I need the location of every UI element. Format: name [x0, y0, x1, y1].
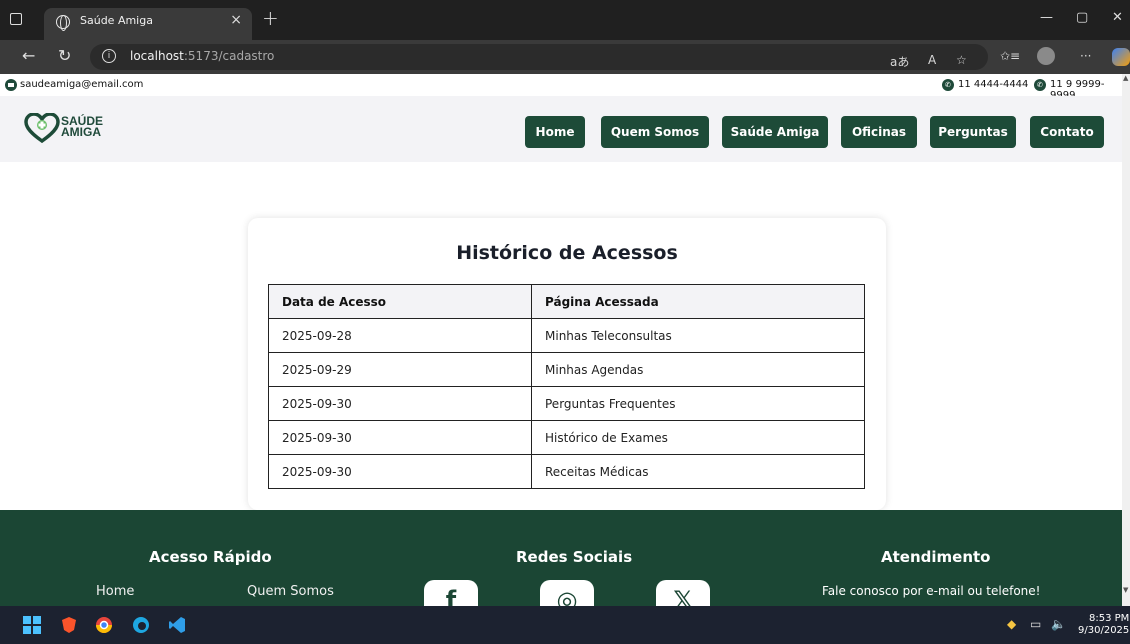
- table-row: 2025-09-30 Histórico de Exames: [268, 420, 865, 455]
- logo-text[interactable]: SAÚDE AMIGA: [61, 115, 103, 139]
- nav-saude-amiga-button[interactable]: Saúde Amiga: [722, 116, 828, 148]
- clock-time: 8:53 PM: [1088, 613, 1130, 624]
- nav-contato-button[interactable]: Contato: [1030, 116, 1104, 148]
- browser-address-bar: ← ↻ i localhost:5173/cadastro aあ A ☆ ✩≡ …: [0, 40, 1130, 74]
- windows-taskbar: ◆ ▭ 🔈 8:53 PM 9/30/2025: [0, 606, 1130, 644]
- cell-date: 2025-09-30: [268, 420, 532, 455]
- copilot-icon[interactable]: [1112, 48, 1130, 66]
- scroll-up-icon[interactable]: ▲: [1123, 74, 1128, 82]
- nav-oficinas-button[interactable]: Oficinas: [841, 116, 917, 148]
- footer-social-title: Redes Sociais: [516, 548, 633, 566]
- whatsapp-icon: ✆: [1034, 79, 1046, 91]
- cell-date: 2025-09-29: [268, 352, 532, 387]
- favorite-star-icon[interactable]: ☆: [956, 53, 967, 67]
- chrome-icon[interactable]: [95, 616, 113, 634]
- nav-quem-somos-button[interactable]: Quem Somos: [601, 116, 709, 148]
- translate-icon[interactable]: aあ: [890, 53, 909, 70]
- browser-tab[interactable]: Saúde Amiga ×: [44, 8, 252, 40]
- site-footer: Acesso Rápido Home Quem Somos Redes Soci…: [0, 510, 1122, 606]
- browser-tab-bar: Saúde Amiga × + — ▢ ✕: [0, 0, 1130, 40]
- vscode-icon[interactable]: [168, 616, 186, 634]
- favorites-icon[interactable]: ✩≡: [1000, 49, 1020, 63]
- contact-strip: saudeamiga@email.com ✆ 11 4444-4444 ✆ 11…: [0, 74, 1122, 101]
- url-path: :5173/cadastro: [183, 49, 275, 63]
- cell-page: Perguntas Frequentes: [531, 386, 865, 421]
- x-icon[interactable]: 𝕏: [656, 580, 710, 606]
- table-row: 2025-09-29 Minhas Agendas: [268, 352, 865, 387]
- url-field[interactable]: i localhost:5173/cadastro aあ A ☆: [90, 44, 988, 70]
- logo-line-2: AMIGA: [61, 125, 101, 139]
- nav-home-button[interactable]: Home: [525, 116, 585, 148]
- table-row: 2025-09-30 Perguntas Frequentes: [268, 386, 865, 421]
- profile-avatar-icon[interactable]: [1037, 47, 1055, 65]
- history-title: Histórico de Acessos: [456, 242, 678, 264]
- cell-date: 2025-09-30: [268, 454, 532, 489]
- contact-phone[interactable]: 11 4444-4444: [958, 79, 1028, 90]
- footer-link-quem-somos[interactable]: Quem Somos: [247, 584, 334, 599]
- tab-close-button[interactable]: ×: [230, 12, 242, 28]
- info-icon[interactable]: i: [102, 49, 116, 63]
- cell-page: Minhas Agendas: [531, 352, 865, 387]
- edge-icon[interactable]: [132, 616, 150, 634]
- brave-browser-icon[interactable]: [60, 616, 78, 634]
- cell-date: 2025-09-28: [268, 318, 532, 353]
- maximize-button[interactable]: ▢: [1076, 10, 1088, 25]
- footer-support-text: Fale conosco por e-mail ou telefone!: [822, 584, 1041, 598]
- url-text: localhost:5173/cadastro: [130, 49, 274, 63]
- globe-icon: [56, 15, 70, 31]
- system-clock[interactable]: 8:53 PM 9/30/2025: [1078, 613, 1129, 637]
- history-card: Histórico de Acessos Data de Acesso Pági…: [248, 218, 886, 510]
- refresh-button[interactable]: ↻: [58, 46, 71, 65]
- volume-tray-icon[interactable]: 🔈: [1051, 617, 1066, 631]
- history-table: Data de Acesso Página Acessada 2025-09-2…: [268, 284, 865, 489]
- nav-perguntas-button[interactable]: Perguntas: [930, 116, 1016, 148]
- table-row: 2025-09-30 Receitas Médicas: [268, 454, 865, 489]
- minimize-button[interactable]: —: [1040, 10, 1053, 25]
- footer-support-title: Atendimento: [881, 548, 991, 566]
- page-scrollbar[interactable]: ▲ ▼: [1122, 74, 1130, 606]
- window-menu-icon[interactable]: [10, 13, 22, 25]
- facebook-icon[interactable]: f: [424, 580, 478, 606]
- clock-date: 9/30/2025: [1078, 625, 1130, 636]
- page-viewport: saudeamiga@email.com ✆ 11 4444-4444 ✆ 11…: [0, 74, 1130, 606]
- footer-quick-access-title: Acesso Rápido: [149, 548, 272, 566]
- close-window-button[interactable]: ✕: [1112, 10, 1123, 25]
- url-host: localhost: [130, 49, 184, 63]
- email-icon: [5, 79, 17, 91]
- cell-page: Minhas Teleconsultas: [531, 318, 865, 353]
- site-header: SAÚDE AMIGA Home Quem Somos Saúde Amiga …: [0, 96, 1122, 162]
- read-aloud-icon[interactable]: A: [928, 53, 936, 67]
- column-header-page: Página Acessada: [531, 284, 865, 319]
- security-tray-icon[interactable]: ◆: [1007, 617, 1016, 631]
- display-tray-icon[interactable]: ▭: [1030, 617, 1041, 631]
- table-row: 2025-09-28 Minhas Teleconsultas: [268, 318, 865, 353]
- cell-page: Receitas Médicas: [531, 454, 865, 489]
- column-header-date: Data de Acesso: [268, 284, 532, 319]
- footer-link-home[interactable]: Home: [96, 584, 134, 599]
- back-button[interactable]: ←: [22, 46, 35, 65]
- instagram-icon[interactable]: ◎: [540, 580, 594, 606]
- cell-page: Histórico de Exames: [531, 420, 865, 455]
- contact-email[interactable]: saudeamiga@email.com: [20, 79, 143, 90]
- new-tab-button[interactable]: +: [262, 6, 279, 30]
- scroll-down-icon[interactable]: ▼: [1123, 586, 1128, 594]
- windows-start-icon[interactable]: [23, 616, 41, 634]
- heart-logo-icon[interactable]: [24, 113, 60, 143]
- more-icon[interactable]: ···: [1080, 49, 1091, 63]
- table-header-row: Data de Acesso Página Acessada: [268, 284, 865, 319]
- tab-title: Saúde Amiga: [80, 14, 153, 27]
- phone-icon: ✆: [942, 79, 954, 91]
- cell-date: 2025-09-30: [268, 386, 532, 421]
